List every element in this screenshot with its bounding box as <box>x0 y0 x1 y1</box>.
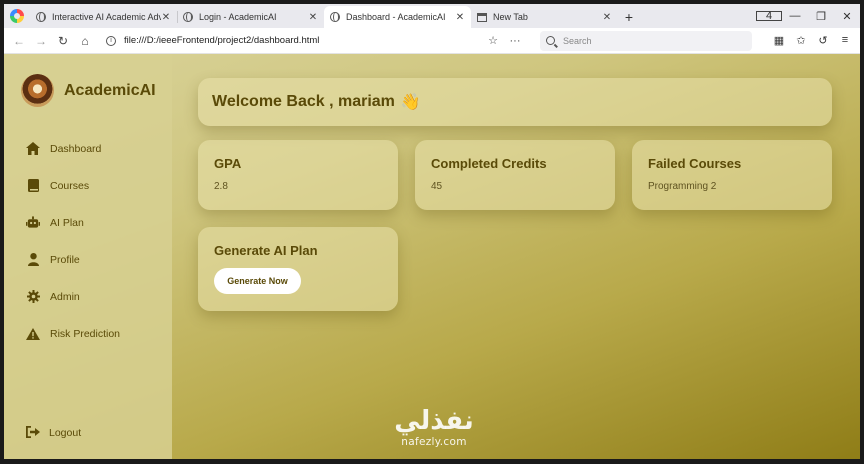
brand-logo <box>21 74 54 107</box>
tab-ai-advisor[interactable]: Interactive AI Academic Advi ✕ <box>30 6 177 28</box>
search-placeholder: Search <box>563 35 592 46</box>
card-value: 2.8 <box>214 181 228 192</box>
menu-icon[interactable]: ≡ <box>834 34 856 47</box>
new-tab-button[interactable]: + <box>618 6 640 28</box>
reload-icon[interactable]: ↻ <box>52 34 74 48</box>
tab-title: Dashboard - AcademicAI <box>346 12 446 22</box>
screen-frame: Interactive AI Academic Advi ✕ Login - A… <box>0 0 864 464</box>
card-title: Generate AI Plan <box>214 243 318 258</box>
sidebar: AcademicAI Dashboard Courses AI Plan Pro… <box>4 54 172 459</box>
favorites-icon[interactable]: ✩ <box>790 34 812 47</box>
tab-count-button[interactable]: 4 <box>756 10 782 22</box>
sidebar-item-label: Admin <box>50 290 80 303</box>
card-value: 45 <box>431 181 443 192</box>
sidebar-item-label: Profile <box>50 253 80 266</box>
close-icon[interactable]: ✕ <box>161 12 171 23</box>
brand-name: AcademicAI <box>64 81 156 99</box>
info-icon[interactable]: i <box>106 35 116 46</box>
sidebar-item-risk-prediction[interactable]: Risk Prediction <box>26 315 120 352</box>
gpa-card: GPA 2.8 <box>198 140 398 210</box>
sidebar-item-ai-plan[interactable]: AI Plan <box>26 204 120 241</box>
window-controls: 4 — ❐ ✕ <box>756 4 860 28</box>
tab-new-tab[interactable]: New Tab ✕ <box>471 6 618 28</box>
sidebar-menu: Dashboard Courses AI Plan Profile Admin … <box>26 130 120 352</box>
brand[interactable]: AcademicAI <box>21 74 156 107</box>
waving-hand-icon: 👋 <box>400 94 421 111</box>
book-icon <box>26 179 40 193</box>
apps-icon[interactable]: ▦ <box>768 34 790 47</box>
card-title: GPA <box>214 156 242 171</box>
close-icon[interactable]: ✕ <box>455 12 465 23</box>
search-input[interactable]: Search <box>540 30 752 51</box>
logout-button[interactable]: Logout <box>26 426 81 440</box>
sidebar-item-label: Risk Prediction <box>50 327 121 340</box>
tab-dashboard[interactable]: Dashboard - AcademicAI ✕ <box>324 6 471 28</box>
welcome-banner: Welcome Back , mariam 👋 <box>198 78 832 126</box>
tab-strip: Interactive AI Academic Advi ✕ Login - A… <box>4 4 860 28</box>
sidebar-item-profile[interactable]: Profile <box>26 241 120 278</box>
browser-toolbar: ← → ↻ ⌂ i file:///D:/ieeeFrontend/projec… <box>4 28 860 54</box>
card-title: Failed Courses <box>648 156 742 171</box>
sidebar-item-label: Courses <box>50 179 90 192</box>
minimize-icon[interactable]: — <box>782 10 808 22</box>
warning-icon <box>26 327 40 341</box>
user-icon <box>26 253 40 267</box>
right-tools: ▦ ✩ ↺ ≡ <box>768 34 856 47</box>
window-close-icon[interactable]: ✕ <box>834 10 860 23</box>
tab-title: New Tab <box>493 12 528 22</box>
generate-now-button[interactable]: Generate Now <box>214 268 301 294</box>
tab-title: Interactive AI Academic Advi <box>52 12 161 22</box>
sidebar-item-admin[interactable]: Admin <box>26 278 120 315</box>
welcome-text: Welcome Back , mariam <box>212 93 395 110</box>
star-icon[interactable]: ☆ <box>482 34 504 47</box>
card-title: Completed Credits <box>431 156 547 171</box>
page-icon <box>477 12 487 22</box>
restore-icon[interactable]: ❐ <box>808 10 834 23</box>
completed-credits-card: Completed Credits 45 <box>415 140 615 210</box>
home-page-icon[interactable]: ⌂ <box>74 34 96 48</box>
forward-icon[interactable]: → <box>30 34 52 48</box>
dashboard-page: AcademicAI Dashboard Courses AI Plan Pro… <box>4 54 860 459</box>
globe-icon <box>36 12 46 22</box>
search-icon <box>546 36 555 45</box>
robot-icon <box>26 216 40 230</box>
watermark-latin: nafezly.com <box>401 436 467 448</box>
logout-label: Logout <box>49 427 82 439</box>
home-icon <box>26 142 40 156</box>
tab-title: Login - AcademicAI <box>199 12 277 22</box>
failed-courses-card: Failed Courses Programming 2 <box>632 140 832 210</box>
tab-login[interactable]: Login - AcademicAI ✕ <box>177 6 324 28</box>
sidebar-item-label: Dashboard <box>50 142 102 155</box>
globe-icon <box>330 12 340 22</box>
card-value: Programming 2 <box>648 181 717 192</box>
logout-icon <box>26 426 40 440</box>
more-icon[interactable]: ··· <box>504 35 526 47</box>
sidebar-item-courses[interactable]: Courses <box>26 167 120 204</box>
close-icon[interactable]: ✕ <box>308 12 318 23</box>
sidebar-item-label: AI Plan <box>50 216 84 229</box>
address-bar[interactable]: i file:///D:/ieeeFrontend/project2/dashb… <box>100 31 532 51</box>
watermark: نفذلي nafezly.com <box>379 406 489 448</box>
history-icon[interactable]: ↺ <box>812 34 834 47</box>
watermark-arabic: نفذلي <box>394 406 474 436</box>
browser-logo-icon[interactable] <box>4 4 30 28</box>
back-icon[interactable]: ← <box>8 34 30 48</box>
close-icon[interactable]: ✕ <box>602 12 612 23</box>
sidebar-item-dashboard[interactable]: Dashboard <box>26 130 120 167</box>
gear-icon <box>26 290 40 304</box>
globe-icon <box>183 12 193 22</box>
tab-count: 4 <box>756 11 782 22</box>
ai-plan-card: Generate AI Plan Generate Now <box>198 227 398 311</box>
browser-window: Interactive AI Academic Advi ✕ Login - A… <box>4 4 860 459</box>
url-text[interactable]: file:///D:/ieeeFrontend/project2/dashboa… <box>124 35 482 46</box>
